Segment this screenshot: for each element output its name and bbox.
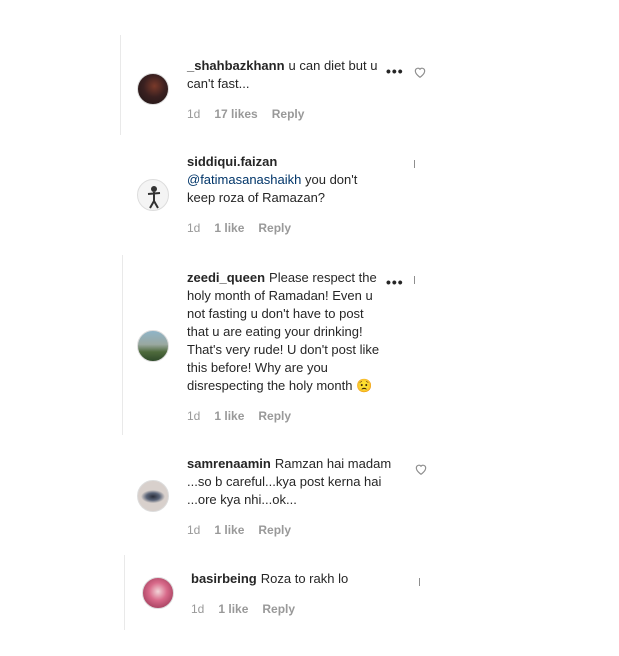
heart-icon[interactable] [413, 65, 427, 79]
likes-count[interactable]: 1 like [214, 409, 244, 423]
divider [122, 255, 123, 435]
reply-button[interactable]: Reply [258, 409, 291, 423]
likes-count[interactable]: 1 like [214, 523, 244, 537]
likes-count[interactable]: 1 like [214, 221, 244, 235]
more-options-icon[interactable]: ••• [386, 63, 404, 79]
likes-count[interactable]: 1 like [218, 602, 248, 616]
person-icon [147, 186, 161, 209]
comment-meta: 1d 1 like Reply [187, 523, 305, 537]
divider [414, 276, 415, 284]
comment-line: ...ore kya nhi...ok... [187, 492, 297, 507]
divider [414, 160, 415, 168]
comment-text: zeedi_queen Please respect the holy month… [187, 269, 379, 395]
comment-line: this before! Why are you [187, 360, 328, 375]
comment-text: _shahbazkhann u can diet but u can't fast… [187, 57, 377, 93]
divider [419, 578, 420, 586]
username[interactable]: _shahbazkhann [187, 58, 285, 73]
username[interactable]: zeedi_queen [187, 270, 265, 285]
divider [120, 35, 121, 135]
timestamp: 1d [187, 221, 201, 235]
comment-line: can't fast... [187, 76, 250, 91]
avatar[interactable] [137, 73, 169, 105]
avatar[interactable] [137, 330, 169, 362]
comment-text: samrenaamin Ramzan hai madam ...so b care… [187, 455, 391, 509]
username[interactable]: samrenaamin [187, 456, 271, 471]
timestamp: 1d [187, 107, 201, 121]
timestamp: 1d [187, 523, 201, 537]
username[interactable]: siddiqui.faizan [187, 154, 277, 169]
reply-button[interactable]: Reply [262, 602, 295, 616]
comment-meta: 1d 17 likes Reply [187, 107, 318, 121]
more-options-icon[interactable]: ••• [386, 274, 404, 290]
comment-line: holy month of Ramadan! Even u [187, 288, 373, 303]
reply-button[interactable]: Reply [272, 107, 305, 121]
likes-count[interactable]: 17 likes [214, 107, 257, 121]
comment-text: siddiqui.faizan @fatimasanashaikh you do… [187, 153, 357, 207]
comment-text: basirbeing Roza to rakh lo [191, 570, 348, 588]
avatar[interactable] [137, 480, 169, 512]
heart-icon[interactable] [414, 462, 428, 476]
divider [124, 555, 125, 630]
avatar[interactable] [137, 179, 169, 211]
comment-meta: 1d 1 like Reply [187, 221, 305, 235]
comment-line: That's very rude! U don't post like [187, 342, 380, 357]
comment-meta: 1d 1 like Reply [187, 409, 305, 423]
comment-line: keep roza of Ramazan? [187, 190, 326, 205]
comment-line: Please respect the [269, 270, 377, 285]
timestamp: 1d [187, 409, 201, 423]
comment-line: ...so b careful...kya post kerna hai [187, 474, 382, 489]
comment-meta: 1d 1 like Reply [191, 602, 309, 616]
timestamp: 1d [191, 602, 205, 616]
comment-line: disrespecting the holy month 😟 [187, 378, 373, 393]
mention-link[interactable]: @fatimasanashaikh [187, 172, 301, 187]
reply-button[interactable]: Reply [258, 523, 291, 537]
reply-button[interactable]: Reply [258, 221, 291, 235]
comment-line: u can diet but u [288, 58, 378, 73]
comment-line: not fasting u don't have to post [187, 306, 364, 321]
comment-line: Ramzan hai madam [274, 456, 392, 471]
comment-line: Roza to rakh lo [260, 571, 349, 586]
comment-line: you don't [305, 172, 358, 187]
comment-line: that u are eating your drinking! [187, 324, 363, 339]
username[interactable]: basirbeing [191, 571, 257, 586]
avatar[interactable] [142, 577, 174, 609]
